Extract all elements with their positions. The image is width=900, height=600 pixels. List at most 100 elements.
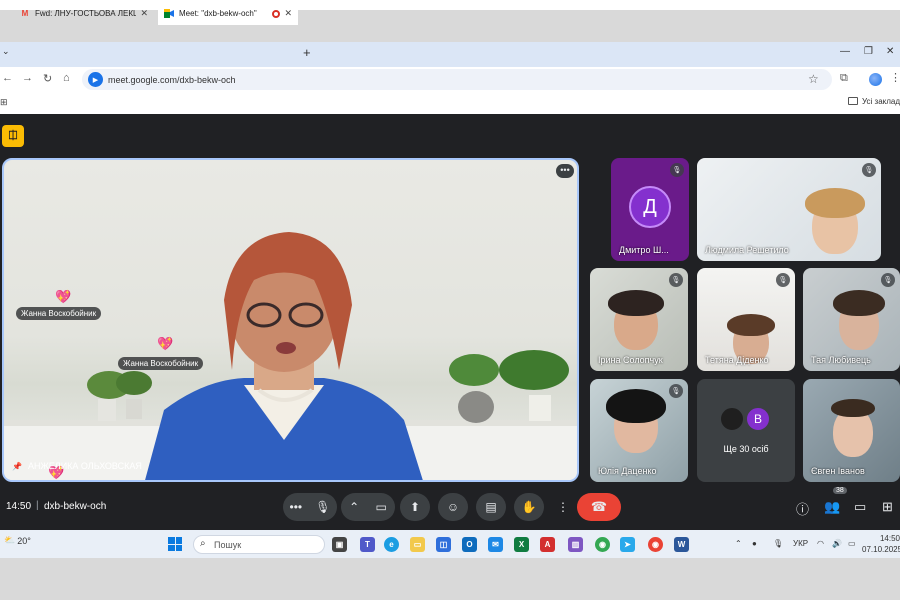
participant-tile[interactable]: 🎙 Тетяна Діденко [697,268,795,371]
forward-icon[interactable]: → [22,72,33,84]
profile-avatar[interactable] [869,73,882,86]
battery-icon[interactable]: ▭ [848,539,856,548]
main-speaker-name: 📌 АНЖЕЛИКА ОЛЬХОВСКАЯ [12,461,142,471]
tile-options-button[interactable]: ••• [556,164,574,178]
tab-meet[interactable]: Meet: "dxb-bekw-och" ✕ [158,2,298,25]
meeting-info-icon[interactable]: ⎅ [2,125,24,147]
more-options-button[interactable]: ⋮ [555,493,571,521]
participant-hair [805,188,865,218]
avatar: Д [629,186,671,228]
participant-tile[interactable]: 🎙 Тая Любивець [803,268,900,371]
present-screen-button[interactable]: ⬆ [400,493,430,521]
language-indicator[interactable]: УКР [793,539,808,548]
close-window-icon[interactable]: ✕ [886,46,894,57]
pdf-icon[interactable]: A [540,537,555,552]
start-icon[interactable] [168,537,182,551]
apps-grid-icon[interactable]: ⊞ [0,97,8,108]
store-icon[interactable]: ◫ [436,537,451,552]
new-tab-icon[interactable]: + [303,45,311,60]
captions-button[interactable]: ▤ [476,493,506,521]
task-view-icon[interactable]: ▣ [332,537,347,552]
camera-control-group[interactable]: ⌃ ▭ [341,493,395,521]
mail-icon[interactable]: ✉ [488,537,503,552]
site-info-icon[interactable]: ▶ [88,72,103,87]
browser-menu-icon[interactable]: ⋮ [890,71,900,84]
heart-reaction-icon: 💖 [55,289,72,304]
outlook-icon[interactable]: O [462,537,477,552]
activities-icon[interactable]: ⊞ [882,499,893,515]
excel-icon[interactable]: X [514,537,529,552]
back-icon[interactable]: ← [2,72,13,84]
tab-gmail[interactable]: M Fwd: ЛНУ-ГОСТЬОВА ЛЕКЦІЯ- ✕ [14,2,154,25]
teams-icon[interactable]: T [360,537,375,552]
more-people-label[interactable]: Ще 30 осіб [697,444,795,454]
bookmark-star-icon[interactable]: ☆ [808,72,819,86]
charts-app-icon[interactable]: ▥ [568,537,583,552]
gmail-icon: M [21,9,29,18]
mic-options-icon[interactable]: ••• [290,500,303,514]
plant-right [434,345,574,430]
microphone-tray-icon[interactable]: 🎙 [773,539,783,548]
meeting-time: 14:50 [6,501,32,512]
taskbar-search[interactable] [193,535,325,554]
clock-time[interactable]: 14:50 [867,534,900,543]
recording-icon [272,9,281,18]
mic-muted-icon: 🎙 [669,273,683,287]
more-people-tile[interactable]: В [697,379,795,482]
participant-tile[interactable]: 🎙 Людмила Решетило [697,158,881,261]
search-placeholder[interactable]: Пошук [214,540,241,550]
close-tab-icon[interactable]: ✕ [284,8,292,19]
tray-overflow-icon[interactable]: ⌃ [735,539,742,548]
restore-icon[interactable]: ❐ [864,46,873,57]
url-text[interactable]: meet.google.com/dxb-bekw-och [108,75,236,85]
heart-reaction-icon: 💖 [157,336,174,351]
mic-muted-icon: 🎙 [670,163,684,177]
hangup-icon: ☎ [590,499,608,514]
microphone-icon[interactable]: 🎙 [315,500,330,514]
chrome-icon[interactable]: ◉ [595,537,610,552]
meeting-code: dxb-bekw-och [44,501,107,512]
close-tab-icon[interactable]: ✕ [140,8,148,19]
home-icon[interactable]: ⌂ [63,72,70,84]
chrome-profile-icon[interactable]: ◉ [648,537,663,552]
telegram-icon[interactable]: ➤ [620,537,635,552]
wifi-icon[interactable]: ◠ [817,539,824,548]
raise-hand-button[interactable]: ✋ [514,493,544,521]
participant-name: Ірина Солопчук [598,355,663,365]
minimize-icon[interactable]: — [840,46,850,57]
clock-date[interactable]: 07.10.2025 [862,545,900,554]
chevron-up-icon[interactable]: ⌃ [349,500,359,514]
participant-tile[interactable]: 🎙 Ірина Солопчук [590,268,688,371]
participant-name: Дмитро Ш... [619,245,669,255]
leave-call-button[interactable]: ☎ [577,493,621,521]
volume-icon[interactable]: 🔊 [832,539,842,548]
reload-icon[interactable]: ↻ [43,72,52,85]
people-icon[interactable]: 👥 [824,499,840,515]
file-explorer-icon[interactable]: ▭ [410,537,425,552]
all-bookmarks-link[interactable]: Усі закладки [862,97,900,106]
main-speaker-tile[interactable] [2,158,579,482]
weather-widget[interactable]: ⛅ 20° [4,535,31,546]
extensions-icon[interactable]: ⧉ [840,72,848,85]
camera-icon[interactable]: ▭ [376,500,387,514]
participant-hair [831,399,875,417]
bottom-band [0,558,900,600]
tab-search-icon[interactable]: ⌄ [2,46,10,57]
chat-icon[interactable]: ▭ [854,499,866,515]
participant-tile[interactable]: Д 🎙 Дмитро Ш... [611,158,689,261]
participant-tile[interactable]: Євген Іванов [803,379,900,482]
mic-muted-icon: 🎙 [881,273,895,287]
pin-icon[interactable]: 📌 [12,462,22,471]
meet-tray-icon[interactable]: ● [752,539,757,548]
participant-tile[interactable]: 🎙 Юлія Даценко [590,379,688,482]
emoji-reaction-button[interactable]: ☺ [438,493,468,521]
reaction-label: Жанна Воскобойник [118,357,204,370]
edge-icon[interactable]: e [384,537,399,552]
meeting-details-icon[interactable]: ⓘ [796,499,809,518]
word-icon[interactable]: W [674,537,689,552]
participant-name: Юлія Даценко [598,466,657,476]
participant-hair [606,389,666,423]
mic-control-group[interactable]: ••• 🎙 [283,493,337,521]
avatar: В [745,406,771,432]
emoji-icon: ☺ [446,500,460,514]
